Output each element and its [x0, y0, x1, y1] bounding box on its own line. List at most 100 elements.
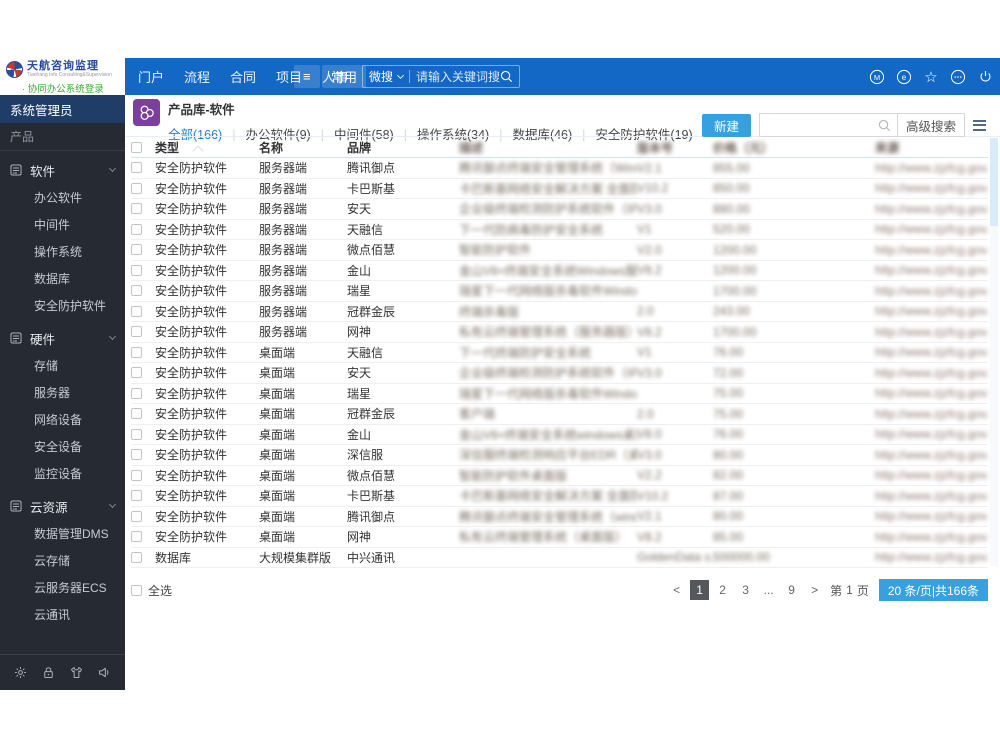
sidebar-group[interactable]: 云资源 — [0, 492, 125, 520]
sidebar-item[interactable]: 云存储 — [0, 547, 125, 574]
prev-page-button[interactable]: < — [667, 580, 686, 600]
row-checkbox[interactable] — [131, 326, 142, 338]
favorites-button[interactable]: 常用 — [322, 65, 367, 88]
row-checkbox[interactable] — [131, 449, 142, 461]
table-row[interactable]: 安全防护软件 服务器端 网神 私有云终端管理系统（服务器版） V8.2 1700.00 ht… — [131, 322, 988, 343]
table-row[interactable]: 安全防护软件 服务器端 冠群金辰 终端杀毒版 2.0 243.00 http://www.z… — [131, 302, 988, 322]
sidebar-item[interactable]: 数据库 — [0, 265, 125, 292]
select-all-header-checkbox[interactable] — [131, 141, 142, 153]
table-row[interactable]: 安全防护软件 服务器端 金山 金山V8+终端安全系统Windows服务器增强版V8.2… — [131, 261, 988, 281]
page-button[interactable]: 2 — [713, 580, 732, 600]
row-checkbox[interactable] — [131, 387, 142, 399]
table-row[interactable]: 安全防护软件 桌面端 天融信 下一代终端防护安全系统 V1 76.00 http://www… — [131, 343, 988, 363]
sidebar-item[interactable]: 办公软件 — [0, 184, 125, 211]
star-icon[interactable]: ☆ — [922, 68, 940, 86]
sidebar-item[interactable]: 中间件 — [0, 211, 125, 238]
row-checkbox[interactable] — [131, 223, 142, 235]
table-row[interactable]: 安全防护软件 桌面端 金山 金山V8+终端安全系统windows桌面增强版V8.0 76… — [131, 425, 988, 445]
search-icon[interactable] — [878, 119, 891, 132]
sidebar-group[interactable]: 软件 — [0, 156, 125, 184]
row-checkbox[interactable] — [131, 203, 142, 215]
select-all-checkbox[interactable] — [131, 584, 142, 596]
gear-icon[interactable] — [11, 664, 29, 682]
row-checkbox[interactable] — [131, 510, 142, 522]
theme-icon[interactable] — [68, 664, 86, 682]
sidebar-item[interactable]: 数据管理DMS — [0, 520, 125, 547]
cell-source: http://www.zjzfcg.gov.cn/tjzj/ — [875, 222, 988, 237]
jump-page-input[interactable]: 1 — [846, 583, 853, 597]
row-checkbox[interactable] — [131, 367, 142, 379]
sidebar-item[interactable]: 存储 — [0, 352, 125, 379]
login-link[interactable]: · 协同办公系统登录 — [22, 81, 125, 95]
sidebar-item[interactable]: 安全设备 — [0, 433, 125, 460]
more-icon[interactable] — [949, 68, 967, 86]
row-checkbox[interactable] — [131, 244, 142, 256]
cell-desc: 卡巴斯基网络安全解决方案 全面防护 标准版 升级.. — [459, 181, 637, 196]
table-body: 安全防护软件服务器端腾讯御点腾讯御点终端安全管理系统（Windows版）V2.1… — [131, 158, 988, 568]
sidebar-item[interactable]: 安全防护软件 — [0, 292, 125, 319]
table-row[interactable]: 安全防护软件 桌面端 安天 企业级终端检测防护系统软件（IP）桌面升级版V3.0 72.… — [131, 363, 988, 384]
table-row[interactable]: 安全防护软件 服务器端 微点佰慧 智能防护软件 V2.0 1200.00 http://ww… — [131, 240, 988, 261]
cell-source: http://www.zjzfcg.gov.cn/tjzj/ — [875, 529, 988, 544]
select-all-control[interactable]: 全选 — [131, 582, 172, 599]
table-row[interactable]: 数据库 大规模集群版 中兴通讯 GoldenData s... 500000.00 htt… — [131, 548, 988, 568]
global-search-input[interactable] — [416, 69, 501, 84]
sidebar-item[interactable]: 云服务器ECS — [0, 574, 125, 601]
sidebar-item[interactable]: 操作系统 — [0, 238, 125, 265]
row-checkbox[interactable] — [131, 264, 142, 276]
scrollbar[interactable] — [990, 138, 998, 566]
row-checkbox[interactable] — [131, 469, 142, 481]
wesearch-box[interactable]: 微搜 — [362, 65, 521, 88]
e-circle-icon[interactable]: e — [895, 68, 913, 86]
power-icon[interactable] — [976, 68, 994, 86]
row-checkbox[interactable] — [131, 305, 142, 317]
lock-icon[interactable] — [39, 664, 57, 682]
row-checkbox[interactable] — [131, 551, 142, 563]
table-row[interactable]: 安全防护软件 桌面端 卡巴斯基 卡巴斯基网络安全解决方案 全面防护 桌面版 +05..… — [131, 486, 988, 507]
sidebar-item[interactable]: 云通讯 — [0, 601, 125, 628]
page-button[interactable]: 3 — [736, 580, 755, 600]
page-button[interactable]: ... — [759, 580, 778, 600]
table-row[interactable]: 安全防护软件 桌面端 微点佰慧 智能防护软件桌面版 V2.2 82.00 http://ww… — [131, 466, 988, 486]
nav-item[interactable]: 流程 — [184, 67, 210, 86]
page-button[interactable]: 1 — [690, 580, 710, 600]
nav-item[interactable]: 门户 — [138, 67, 164, 86]
new-button[interactable]: 新建 — [701, 113, 751, 137]
page-size-info[interactable]: 20 条/页|共166条 — [878, 579, 988, 601]
row-checkbox[interactable] — [131, 162, 142, 174]
table-row[interactable]: 安全防护软件 服务器端 安天 企业级终端检测防护系统软件（IP）标准升级版V3.0 88… — [131, 199, 988, 220]
table-row[interactable]: 安全防护软件 桌面端 冠群金辰 客户端 2.0 75.00 http://www.zjzfc… — [131, 404, 988, 425]
row-checkbox[interactable] — [131, 408, 142, 420]
next-page-button[interactable]: > — [805, 580, 824, 600]
table-row[interactable]: 安全防护软件 桌面端 瑞星 瑞星下一代网络版杀毒软件Windows桌面版 75.00 ht… — [131, 384, 988, 404]
nav-item[interactable]: 合同 — [230, 67, 256, 86]
table-row[interactable]: 安全防护软件 服务器端 瑞星 瑞星下一代网络版杀毒软件Windows服务器版 1700.… — [131, 281, 988, 302]
advanced-search-button[interactable]: 高级搜索 — [896, 113, 964, 137]
table-row[interactable]: 安全防护软件 服务器端 腾讯御点 腾讯御点终端安全管理系统（Windows版）V2.1… — [131, 158, 988, 179]
table-row[interactable]: 安全防护软件 桌面端 腾讯御点 腾讯御点终端安全管理系统（windows版）V2.1版… — [131, 507, 988, 527]
table-row[interactable]: 安全防护软件 服务器端 卡巴斯基 卡巴斯基网络安全解决方案 全面防护 标准版 升级..… — [131, 179, 988, 199]
row-checkbox[interactable] — [131, 182, 142, 194]
table-row[interactable]: 安全防护软件 桌面端 深信服 深信服终端检测响应平台EDR（桌面版）V3.0 80.00… — [131, 445, 988, 466]
table-row[interactable]: 安全防护软件 服务器端 天融信 下一代防病毒防护安全系统 V1 520.00 http://… — [131, 220, 988, 240]
row-checkbox[interactable] — [131, 490, 142, 502]
search-icon[interactable] — [500, 70, 513, 83]
scrollbar-thumb[interactable] — [990, 138, 998, 226]
row-checkbox[interactable] — [131, 285, 142, 297]
list-view-icon[interactable] — [973, 119, 986, 131]
sidebar-item[interactable]: 服务器 — [0, 379, 125, 406]
table-search-input[interactable] — [759, 115, 878, 135]
cell-version: GoldenData s... — [637, 550, 713, 565]
m-circle-icon[interactable]: M — [868, 68, 886, 86]
cell-name: 桌面端 — [259, 530, 296, 545]
row-checkbox[interactable] — [131, 531, 142, 543]
sidebar-item[interactable]: 网络设备 — [0, 406, 125, 433]
menu-button[interactable]: ≡ — [294, 65, 320, 88]
sidebar-group[interactable]: 硬件 — [0, 324, 125, 352]
volume-icon[interactable] — [96, 664, 114, 682]
row-checkbox[interactable] — [131, 428, 142, 440]
page-button[interactable]: 9 — [782, 580, 801, 600]
row-checkbox[interactable] — [131, 346, 142, 358]
table-row[interactable]: 安全防护软件 桌面端 网神 私有云终端管理系统（桌面版） V8.2 85.00 http:/… — [131, 527, 988, 548]
sidebar-item[interactable]: 监控设备 — [0, 460, 125, 487]
